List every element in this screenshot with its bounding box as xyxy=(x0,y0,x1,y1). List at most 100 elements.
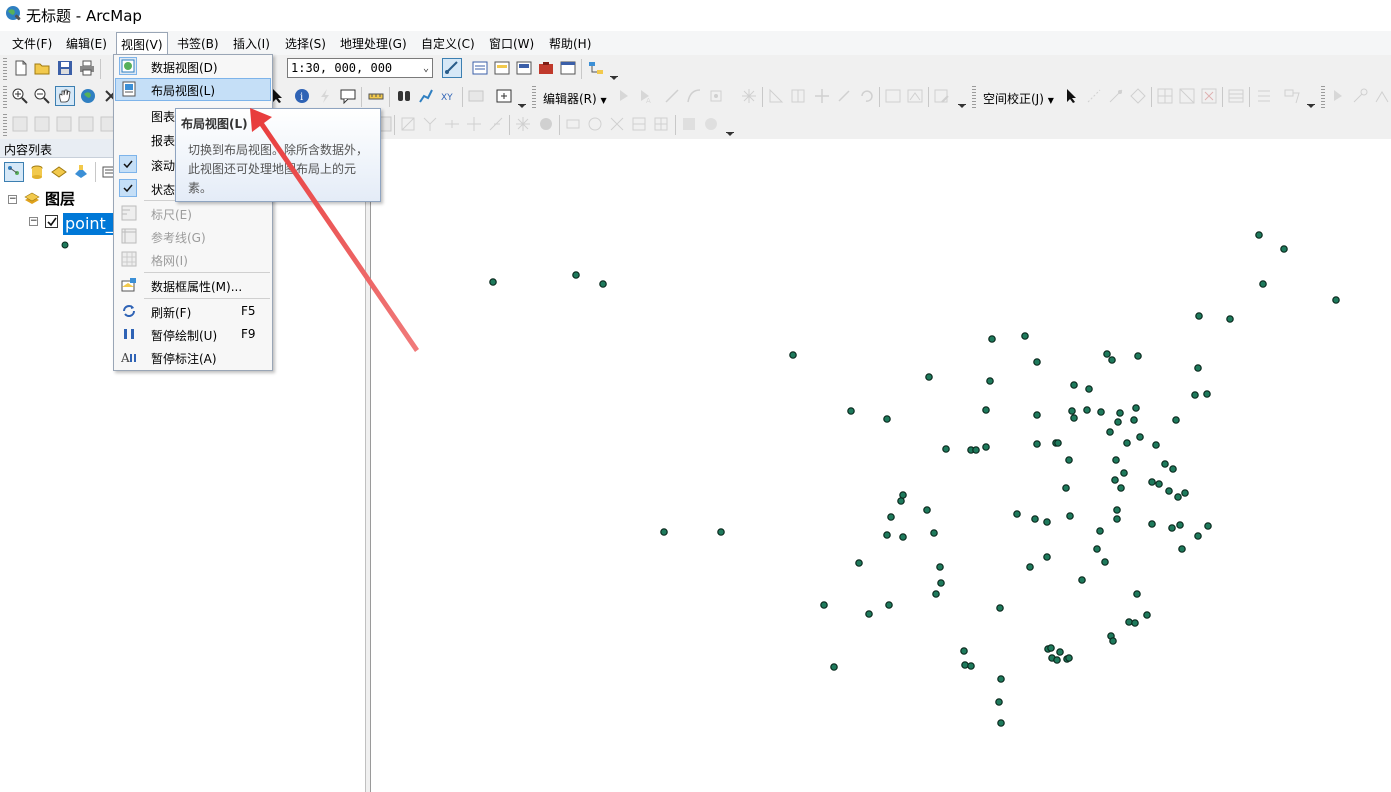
menu-help[interactable]: 帮助(H) xyxy=(549,35,591,52)
toolbar-overflow-icon[interactable] xyxy=(518,97,526,108)
point-feature[interactable] xyxy=(1117,484,1125,492)
toolbar-overflow-icon[interactable] xyxy=(1307,97,1315,108)
point-feature[interactable] xyxy=(937,579,945,587)
menu-item-data-view[interactable]: 数据视图(D) xyxy=(115,55,271,78)
point-feature[interactable] xyxy=(942,445,950,453)
point-feature[interactable] xyxy=(1176,521,1184,529)
create-viewer-window-icon[interactable] xyxy=(496,88,512,104)
print-icon[interactable] xyxy=(79,60,95,76)
topology-edit-icon[interactable] xyxy=(400,116,416,132)
point-feature[interactable] xyxy=(1194,364,1202,372)
point-feature[interactable] xyxy=(1195,312,1203,320)
menu-file[interactable]: 文件(F) xyxy=(12,35,52,52)
toolbar-grip[interactable] xyxy=(1321,86,1325,108)
point-feature[interactable] xyxy=(1125,618,1133,626)
point-feature[interactable] xyxy=(1148,520,1156,528)
edge-match-icon[interactable] xyxy=(1256,88,1272,104)
python-window-icon[interactable] xyxy=(560,60,576,76)
search-window-icon[interactable] xyxy=(516,60,532,76)
point-feature[interactable] xyxy=(1113,515,1121,523)
show-shared-features-icon[interactable] xyxy=(422,116,438,132)
construct-features-icon[interactable] xyxy=(681,116,697,132)
identify-icon[interactable]: i xyxy=(294,88,310,104)
layer-name-selected[interactable]: point_ xyxy=(63,213,116,235)
toolbar-grip[interactable] xyxy=(3,86,7,108)
point-feature[interactable] xyxy=(1109,637,1117,645)
create-features-icon[interactable] xyxy=(934,88,950,104)
arctoolbox-icon[interactable] xyxy=(538,60,554,76)
point-feature[interactable] xyxy=(1062,484,1070,492)
select-features-arrow-icon[interactable] xyxy=(1064,88,1080,104)
point-feature[interactable] xyxy=(972,446,980,454)
toolbar-grip[interactable] xyxy=(3,58,7,80)
point-feature[interactable] xyxy=(997,675,1005,683)
validate-topology-icon[interactable] xyxy=(538,116,554,132)
find-binoculars-icon[interactable] xyxy=(396,88,412,104)
split-tool-icon[interactable] xyxy=(814,88,830,104)
point-feature[interactable] xyxy=(1155,480,1163,488)
point-feature[interactable] xyxy=(923,506,931,514)
point-feature[interactable] xyxy=(883,415,891,423)
reshape-edge-icon[interactable] xyxy=(488,116,504,132)
cut-polygons-icon[interactable] xyxy=(790,88,806,104)
editor-toolbar-icon[interactable] xyxy=(442,58,462,78)
zoom-in-icon[interactable] xyxy=(12,88,28,104)
point-feature[interactable] xyxy=(1065,654,1073,662)
go-to-xy-icon[interactable]: XY xyxy=(440,88,456,104)
hyperlink-icon[interactable] xyxy=(317,88,333,104)
point-feature[interactable] xyxy=(1078,576,1086,584)
editor-menu[interactable]: 编辑器(R) ▼ xyxy=(543,90,607,107)
point-feature[interactable] xyxy=(961,661,969,669)
point-feature[interactable] xyxy=(1068,407,1076,415)
new-document-icon[interactable] xyxy=(13,60,29,76)
point-feature[interactable] xyxy=(1181,489,1189,497)
point-feature[interactable] xyxy=(899,491,907,499)
point-feature[interactable] xyxy=(830,663,838,671)
point-feature[interactable] xyxy=(1152,441,1160,449)
point-feature[interactable] xyxy=(1033,411,1041,419)
sketch-properties-icon[interactable] xyxy=(907,88,923,104)
point-feature[interactable] xyxy=(885,601,893,609)
point-feature[interactable] xyxy=(1178,545,1186,553)
point-feature[interactable] xyxy=(1103,350,1111,358)
point-feature[interactable] xyxy=(1112,456,1120,464)
point-feature[interactable] xyxy=(1101,558,1109,566)
point-feature[interactable] xyxy=(1054,439,1062,447)
collapse-toggle[interactable]: − xyxy=(29,217,38,226)
point-feature[interactable] xyxy=(660,528,668,536)
modify-link-icon[interactable] xyxy=(1108,88,1124,104)
point-feature[interactable] xyxy=(1133,590,1141,598)
point-feature[interactable] xyxy=(1130,416,1138,424)
collapse-toggle[interactable]: − xyxy=(8,195,17,204)
list-by-selection-icon[interactable] xyxy=(73,164,89,180)
point-feature[interactable] xyxy=(1148,478,1156,486)
point-feature[interactable] xyxy=(1043,553,1051,561)
list-by-source-icon[interactable] xyxy=(29,164,45,180)
menu-insert[interactable]: 插入(I) xyxy=(233,35,270,52)
point-feature[interactable] xyxy=(1203,390,1211,398)
menu-item-grid[interactable]: 格网(I) xyxy=(115,248,271,271)
point-feature[interactable] xyxy=(1083,406,1091,414)
zoom-whole-page-icon[interactable] xyxy=(78,116,94,132)
add-control-points-icon[interactable] xyxy=(1352,88,1368,104)
layout-pan-icon[interactable] xyxy=(56,116,72,132)
menu-item-pause-labeling[interactable]: A 暂停标注(A) xyxy=(115,346,271,369)
point-feature[interactable] xyxy=(997,719,1005,727)
straight-segment-icon[interactable] xyxy=(664,88,680,104)
menu-item-refresh[interactable]: 刷新(F) F5 xyxy=(115,300,271,323)
toolbar-overflow-icon[interactable] xyxy=(726,125,734,136)
point-feature[interactable] xyxy=(1226,315,1234,323)
point-feature[interactable] xyxy=(717,528,725,536)
map-display[interactable] xyxy=(372,139,1391,792)
toolbar-grip[interactable] xyxy=(972,86,976,108)
point-tool-icon[interactable] xyxy=(708,88,724,104)
model-builder-icon[interactable] xyxy=(588,60,604,76)
point-feature[interactable] xyxy=(599,280,607,288)
menu-selection[interactable]: 选择(S) xyxy=(285,35,326,52)
point-feature[interactable] xyxy=(982,406,990,414)
attributes-icon[interactable] xyxy=(885,88,901,104)
point-feature[interactable] xyxy=(1070,414,1078,422)
save-icon[interactable] xyxy=(57,60,73,76)
point-feature[interactable] xyxy=(1026,563,1034,571)
topology-tool-icon[interactable] xyxy=(703,116,719,132)
